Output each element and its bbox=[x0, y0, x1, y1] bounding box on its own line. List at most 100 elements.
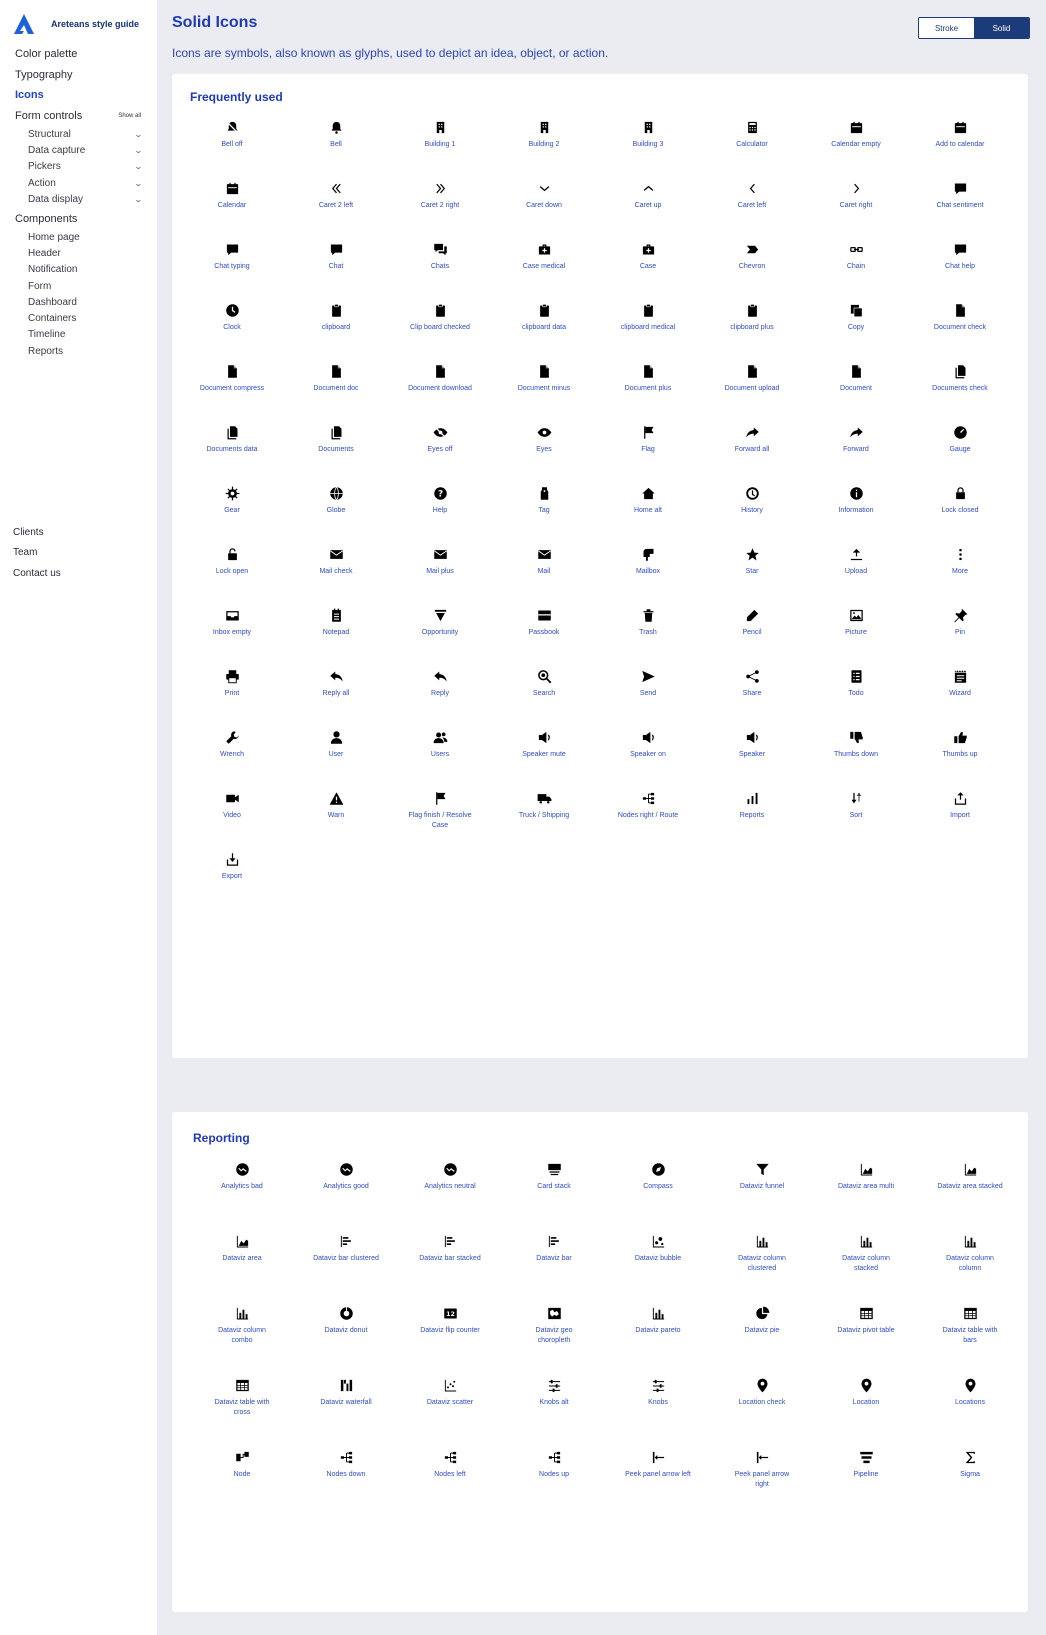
icon-tile[interactable]: Document minus bbox=[492, 356, 596, 417]
icon-tile[interactable]: Home alt bbox=[596, 478, 700, 539]
icon-tile[interactable]: Tag bbox=[492, 478, 596, 539]
chevron-down-icon[interactable]: ⌄ bbox=[134, 130, 143, 139]
icon-tile[interactable]: ? Help bbox=[388, 478, 492, 539]
icon-tile[interactable]: Print bbox=[180, 661, 284, 722]
icon-tile[interactable]: Forward bbox=[804, 417, 908, 478]
icon-tile[interactable]: Chevron bbox=[700, 234, 804, 295]
icon-tile[interactable]: Chat bbox=[284, 234, 388, 295]
icon-tile[interactable]: Location bbox=[814, 1370, 918, 1442]
icon-tile[interactable]: Sigma bbox=[918, 1442, 1022, 1514]
icon-tile[interactable]: Dataviz geo choropleth bbox=[502, 1298, 606, 1370]
sidebar-item-components[interactable]: Components bbox=[15, 208, 141, 229]
icon-tile[interactable]: Copy bbox=[804, 295, 908, 356]
icon-tile[interactable]: Documents bbox=[284, 417, 388, 478]
icon-tile[interactable]: Thumbs up bbox=[908, 722, 1012, 783]
sidebar-item-typography[interactable]: Typography bbox=[15, 65, 141, 86]
chevron-down-icon[interactable]: ⌄ bbox=[134, 146, 143, 155]
icon-tile[interactable]: History bbox=[700, 478, 804, 539]
icon-tile[interactable]: Sort bbox=[804, 783, 908, 844]
sidebar-subitem-dashboard[interactable]: Dashboard bbox=[28, 294, 142, 310]
sidebar-subitem-home-page[interactable]: Home page bbox=[28, 229, 142, 245]
icon-tile[interactable]: Dataviz funnel bbox=[710, 1154, 814, 1226]
icon-tile[interactable]: Knobs bbox=[606, 1370, 710, 1442]
icon-tile[interactable]: Reply bbox=[388, 661, 492, 722]
icon-tile[interactable]: Building 2 bbox=[492, 112, 596, 173]
icon-tile[interactable]: Peek panel arrow left bbox=[606, 1442, 710, 1514]
icon-tile[interactable]: Caret up bbox=[596, 173, 700, 234]
icon-tile[interactable]: Speaker bbox=[700, 722, 804, 783]
icon-tile[interactable]: Video bbox=[180, 783, 284, 844]
icon-tile[interactable]: Dataviz area stacked bbox=[918, 1154, 1022, 1226]
icon-tile[interactable]: Case medical bbox=[492, 234, 596, 295]
icon-tile[interactable]: Nodes left bbox=[398, 1442, 502, 1514]
icon-tile[interactable]: Speaker mute bbox=[492, 722, 596, 783]
icon-tile[interactable]: Dataviz table with bars bbox=[918, 1298, 1022, 1370]
icon-tile[interactable]: Import bbox=[908, 783, 1012, 844]
stroke-toggle-button[interactable]: Stroke bbox=[919, 18, 974, 38]
icon-tile[interactable]: Pencil bbox=[700, 600, 804, 661]
icon-tile[interactable]: Chat typing bbox=[180, 234, 284, 295]
sidebar-subitem-header[interactable]: Header bbox=[28, 245, 142, 261]
icon-tile[interactable]: Send bbox=[596, 661, 700, 722]
sidebar-subitem-structural[interactable]: Structural ⌄ bbox=[28, 126, 143, 142]
chevron-down-icon[interactable]: ⌄ bbox=[134, 195, 143, 204]
icon-tile[interactable]: Inbox empty bbox=[180, 600, 284, 661]
icon-tile[interactable]: Document check bbox=[908, 295, 1012, 356]
icon-tile[interactable]: Card stack bbox=[502, 1154, 606, 1226]
icon-tile[interactable]: Chain bbox=[804, 234, 908, 295]
icon-tile[interactable]: Bell off bbox=[180, 112, 284, 173]
icon-tile[interactable]: Documents data bbox=[180, 417, 284, 478]
chevron-down-icon[interactable]: ⌄ bbox=[134, 162, 143, 171]
icon-tile[interactable]: Clock bbox=[180, 295, 284, 356]
icon-tile[interactable]: Nodes down bbox=[294, 1442, 398, 1514]
icon-tile[interactable]: Dataviz bar bbox=[502, 1226, 606, 1298]
icon-tile[interactable]: Wrench bbox=[180, 722, 284, 783]
icon-tile[interactable]: Caret down bbox=[492, 173, 596, 234]
icon-tile[interactable]: Dataviz column column bbox=[918, 1226, 1022, 1298]
icon-tile[interactable]: Chats bbox=[388, 234, 492, 295]
icon-tile[interactable]: Export bbox=[180, 844, 284, 905]
icon-tile[interactable]: Document download bbox=[388, 356, 492, 417]
icon-tile[interactable]: Chat help bbox=[908, 234, 1012, 295]
icon-tile[interactable]: Analytics neutral bbox=[398, 1154, 502, 1226]
icon-tile[interactable]: Todo bbox=[804, 661, 908, 722]
icon-tile[interactable]: Lock closed bbox=[908, 478, 1012, 539]
icon-tile[interactable]: Truck / Shipping bbox=[492, 783, 596, 844]
icon-tile[interactable]: Document plus bbox=[596, 356, 700, 417]
icon-tile[interactable]: Eyes off bbox=[388, 417, 492, 478]
sidebar-item-icons[interactable]: Icons bbox=[15, 85, 141, 106]
icon-tile[interactable]: Calendar empty bbox=[804, 112, 908, 173]
icon-tile[interactable]: Globe bbox=[284, 478, 388, 539]
icon-tile[interactable]: Dataviz table with cross bbox=[190, 1370, 294, 1442]
icon-tile[interactable]: Passbook bbox=[492, 600, 596, 661]
icon-tile[interactable]: Document compress bbox=[180, 356, 284, 417]
icon-tile[interactable]: Peek panel arrow right bbox=[710, 1442, 814, 1514]
icon-tile[interactable]: Dataviz pivot table bbox=[814, 1298, 918, 1370]
icon-tile[interactable]: Information bbox=[804, 478, 908, 539]
icon-tile[interactable]: Dataviz bar clustered bbox=[294, 1226, 398, 1298]
icon-tile[interactable]: Dataviz pareto bbox=[606, 1298, 710, 1370]
sidebar-subitem-reports[interactable]: Reports bbox=[28, 343, 142, 359]
icon-tile[interactable]: Building 3 bbox=[596, 112, 700, 173]
icon-tile[interactable]: Node bbox=[190, 1442, 294, 1514]
icon-tile[interactable]: Forward all bbox=[700, 417, 804, 478]
icon-tile[interactable]: Document upload bbox=[700, 356, 804, 417]
icon-tile[interactable]: Dataviz area multi bbox=[814, 1154, 918, 1226]
sidebar-subitem-data-display[interactable]: Data display ⌄ bbox=[28, 191, 143, 207]
icon-tile[interactable]: Star bbox=[700, 539, 804, 600]
sidebar-item-form-controls[interactable]: Form controls Show all bbox=[15, 106, 141, 127]
icon-tile[interactable]: clipboard medical bbox=[596, 295, 700, 356]
icon-tile[interactable]: 12 Dataviz flip counter bbox=[398, 1298, 502, 1370]
brand[interactable]: Areteans style guide bbox=[12, 12, 139, 36]
icon-tile[interactable]: User bbox=[284, 722, 388, 783]
icon-tile[interactable]: Location check bbox=[710, 1370, 814, 1442]
icon-tile[interactable]: Pipeline bbox=[814, 1442, 918, 1514]
sidebar-item-contact-us[interactable]: Contact us bbox=[13, 563, 139, 584]
icon-tile[interactable]: Pin bbox=[908, 600, 1012, 661]
icon-tile[interactable]: Share bbox=[700, 661, 804, 722]
icon-tile[interactable]: Flag finish / Resolve Case bbox=[388, 783, 492, 844]
icon-tile[interactable]: Documents check bbox=[908, 356, 1012, 417]
icon-tile[interactable]: Document bbox=[804, 356, 908, 417]
icon-tile[interactable]: Opportunity bbox=[388, 600, 492, 661]
icon-tile[interactable]: clipboard bbox=[284, 295, 388, 356]
